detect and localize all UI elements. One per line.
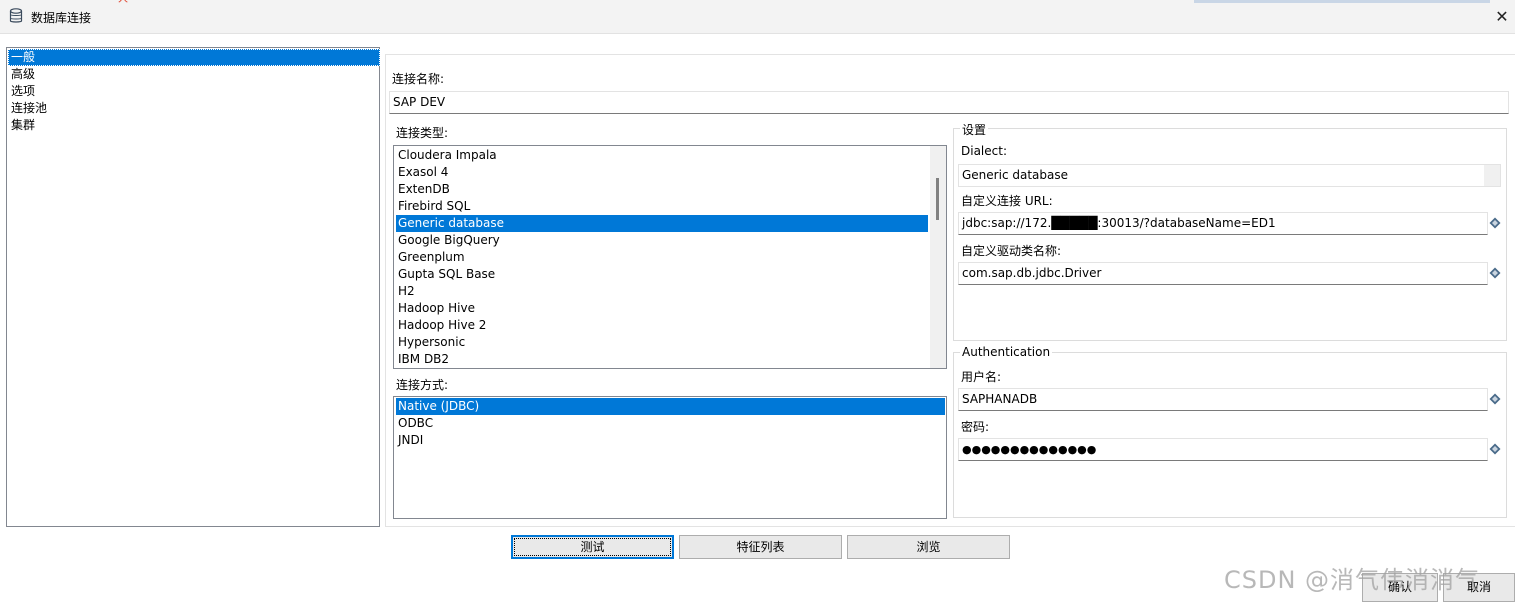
username-label: 用户名: xyxy=(961,370,1002,384)
test-button[interactable]: 测试 xyxy=(511,535,674,559)
database-icon xyxy=(9,8,23,23)
nav-item-pooling[interactable]: 连接池 xyxy=(8,100,380,117)
nav-item-advanced[interactable]: 高级 xyxy=(8,66,380,83)
list-item[interactable]: Cloudera Impala xyxy=(396,147,928,164)
list-item[interactable]: Hypersonic xyxy=(396,334,928,351)
driver-class-input[interactable]: com.sap.db.jdbc.Driver xyxy=(958,262,1488,285)
dialect-label: Dialect: xyxy=(961,144,1007,158)
close-icon[interactable]: ✕ xyxy=(1489,0,1515,33)
watermark: CSDN @消气伟消消气 xyxy=(1224,566,1481,594)
nav-item-clustering[interactable]: 集群 xyxy=(8,117,380,134)
list-item[interactable]: IBM DB2 xyxy=(396,351,928,368)
window-title: 数据库连接 xyxy=(31,11,92,25)
variable-diamond-icon[interactable] xyxy=(1489,443,1501,455)
scrollbar-thumb[interactable] xyxy=(936,178,939,220)
dialect-field-scroll xyxy=(1484,165,1500,186)
list-item-selected[interactable]: Generic database xyxy=(396,215,928,232)
list-item-selected[interactable]: Native (JDBC) xyxy=(396,398,945,415)
list-item[interactable]: Gupta SQL Base xyxy=(396,266,928,283)
variable-diamond-icon[interactable] xyxy=(1489,217,1501,229)
list-item[interactable]: H2 xyxy=(396,283,928,300)
username-input[interactable]: SAPHANADB xyxy=(958,388,1488,411)
driver-class-label: 自定义驱动类名称: xyxy=(961,244,1062,258)
nav-item-general[interactable]: 一般 xyxy=(8,49,380,66)
list-item[interactable]: Greenplum xyxy=(396,249,928,266)
custom-url-input[interactable]: jdbc:sap://172.█████:30013/?databaseName… xyxy=(958,212,1488,235)
list-scrollbar[interactable] xyxy=(930,146,946,368)
list-item[interactable]: Hadoop Hive 2 xyxy=(396,317,928,334)
red-mark: 人 xyxy=(118,0,134,5)
list-item[interactable]: Google BigQuery xyxy=(396,232,928,249)
custom-url-label: 自定义连接 URL: xyxy=(961,194,1053,208)
title-bar: 人 数据库连接 ✕ xyxy=(0,0,1515,34)
list-item[interactable]: ExtenDB xyxy=(396,181,928,198)
authentication-group xyxy=(953,352,1507,518)
connection-type-list[interactable]: Cloudera Impala Exasol 4 ExtenDB Firebir… xyxy=(393,145,947,369)
list-item[interactable]: Firebird SQL xyxy=(396,198,928,215)
variable-diamond-icon[interactable] xyxy=(1489,267,1501,279)
list-item[interactable]: Hadoop Hive xyxy=(396,300,928,317)
password-label: 密码: xyxy=(961,420,990,434)
access-method-list[interactable]: Native (JDBC) ODBC JNDI xyxy=(393,396,947,519)
connection-name-input[interactable]: SAP DEV xyxy=(389,91,1509,114)
authentication-legend: Authentication xyxy=(960,345,1053,359)
dialect-field: Generic database xyxy=(958,164,1501,187)
variable-diamond-icon[interactable] xyxy=(1489,393,1501,405)
feature-list-button[interactable]: 特征列表 xyxy=(679,535,842,559)
nav-item-options[interactable]: 选项 xyxy=(8,83,380,100)
access-method-label: 连接方式: xyxy=(396,378,449,392)
settings-legend: 设置 xyxy=(960,121,989,138)
list-item[interactable]: JNDI xyxy=(396,432,945,449)
settings-nav-list[interactable]: 一般 高级 选项 连接池 集群 xyxy=(6,47,380,527)
connection-name-label: 连接名称: xyxy=(392,72,445,86)
connection-type-label: 连接类型: xyxy=(396,126,449,140)
password-input[interactable]: ●●●●●●●●●●●●●● xyxy=(958,438,1488,461)
explore-button[interactable]: 浏览 xyxy=(847,535,1010,559)
list-item[interactable]: ODBC xyxy=(396,415,945,432)
list-item[interactable]: Exasol 4 xyxy=(396,164,928,181)
title-accent-strip xyxy=(1194,0,1490,3)
